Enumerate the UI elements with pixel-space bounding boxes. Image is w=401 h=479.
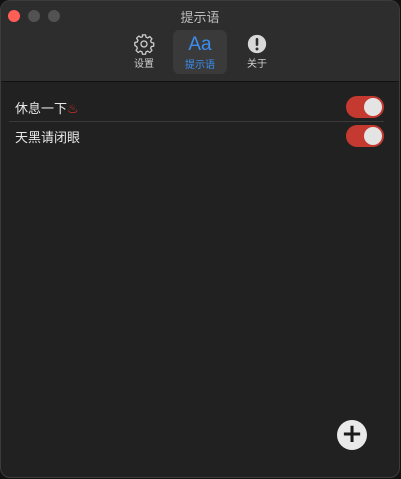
tab-about-label: 关于 — [247, 59, 267, 70]
gear-icon — [134, 34, 155, 55]
tab-general[interactable]: 设置 — [117, 30, 171, 74]
add-prompt-button[interactable]: + — [337, 420, 367, 450]
prompt-text: 休息一下♨ — [15, 102, 79, 117]
list-item: 天黑请闭眼 — [9, 122, 384, 150]
tab-prompts-label: 提示语 — [185, 60, 215, 71]
toggle-knob — [364, 98, 382, 116]
list-item: 休息一下♨ — [9, 93, 384, 122]
tab-prompts[interactable]: Aa 提示语 — [173, 30, 227, 74]
text-aa-icon: Aa — [188, 34, 212, 55]
prompt-text: 天黑请闭眼 — [15, 131, 81, 146]
hot-springs-icon: ♨ — [67, 102, 79, 117]
info-exclamation-icon — [247, 34, 267, 54]
preferences-window: 提示语 设置 Aa 提示语 关于 休息一下♨ 天黑请闭眼 + — [0, 0, 400, 478]
toggle-knob — [364, 127, 382, 145]
prompt-toggle[interactable] — [346, 125, 384, 147]
tab-about[interactable]: 关于 — [230, 30, 284, 74]
title-bar: 提示语 设置 Aa 提示语 关于 — [1, 1, 399, 82]
prompt-toggle[interactable] — [346, 96, 384, 118]
prompt-list: 休息一下♨ 天黑请闭眼 — [9, 93, 384, 150]
tab-general-label: 设置 — [134, 59, 154, 70]
window-title: 提示语 — [180, 11, 220, 26]
